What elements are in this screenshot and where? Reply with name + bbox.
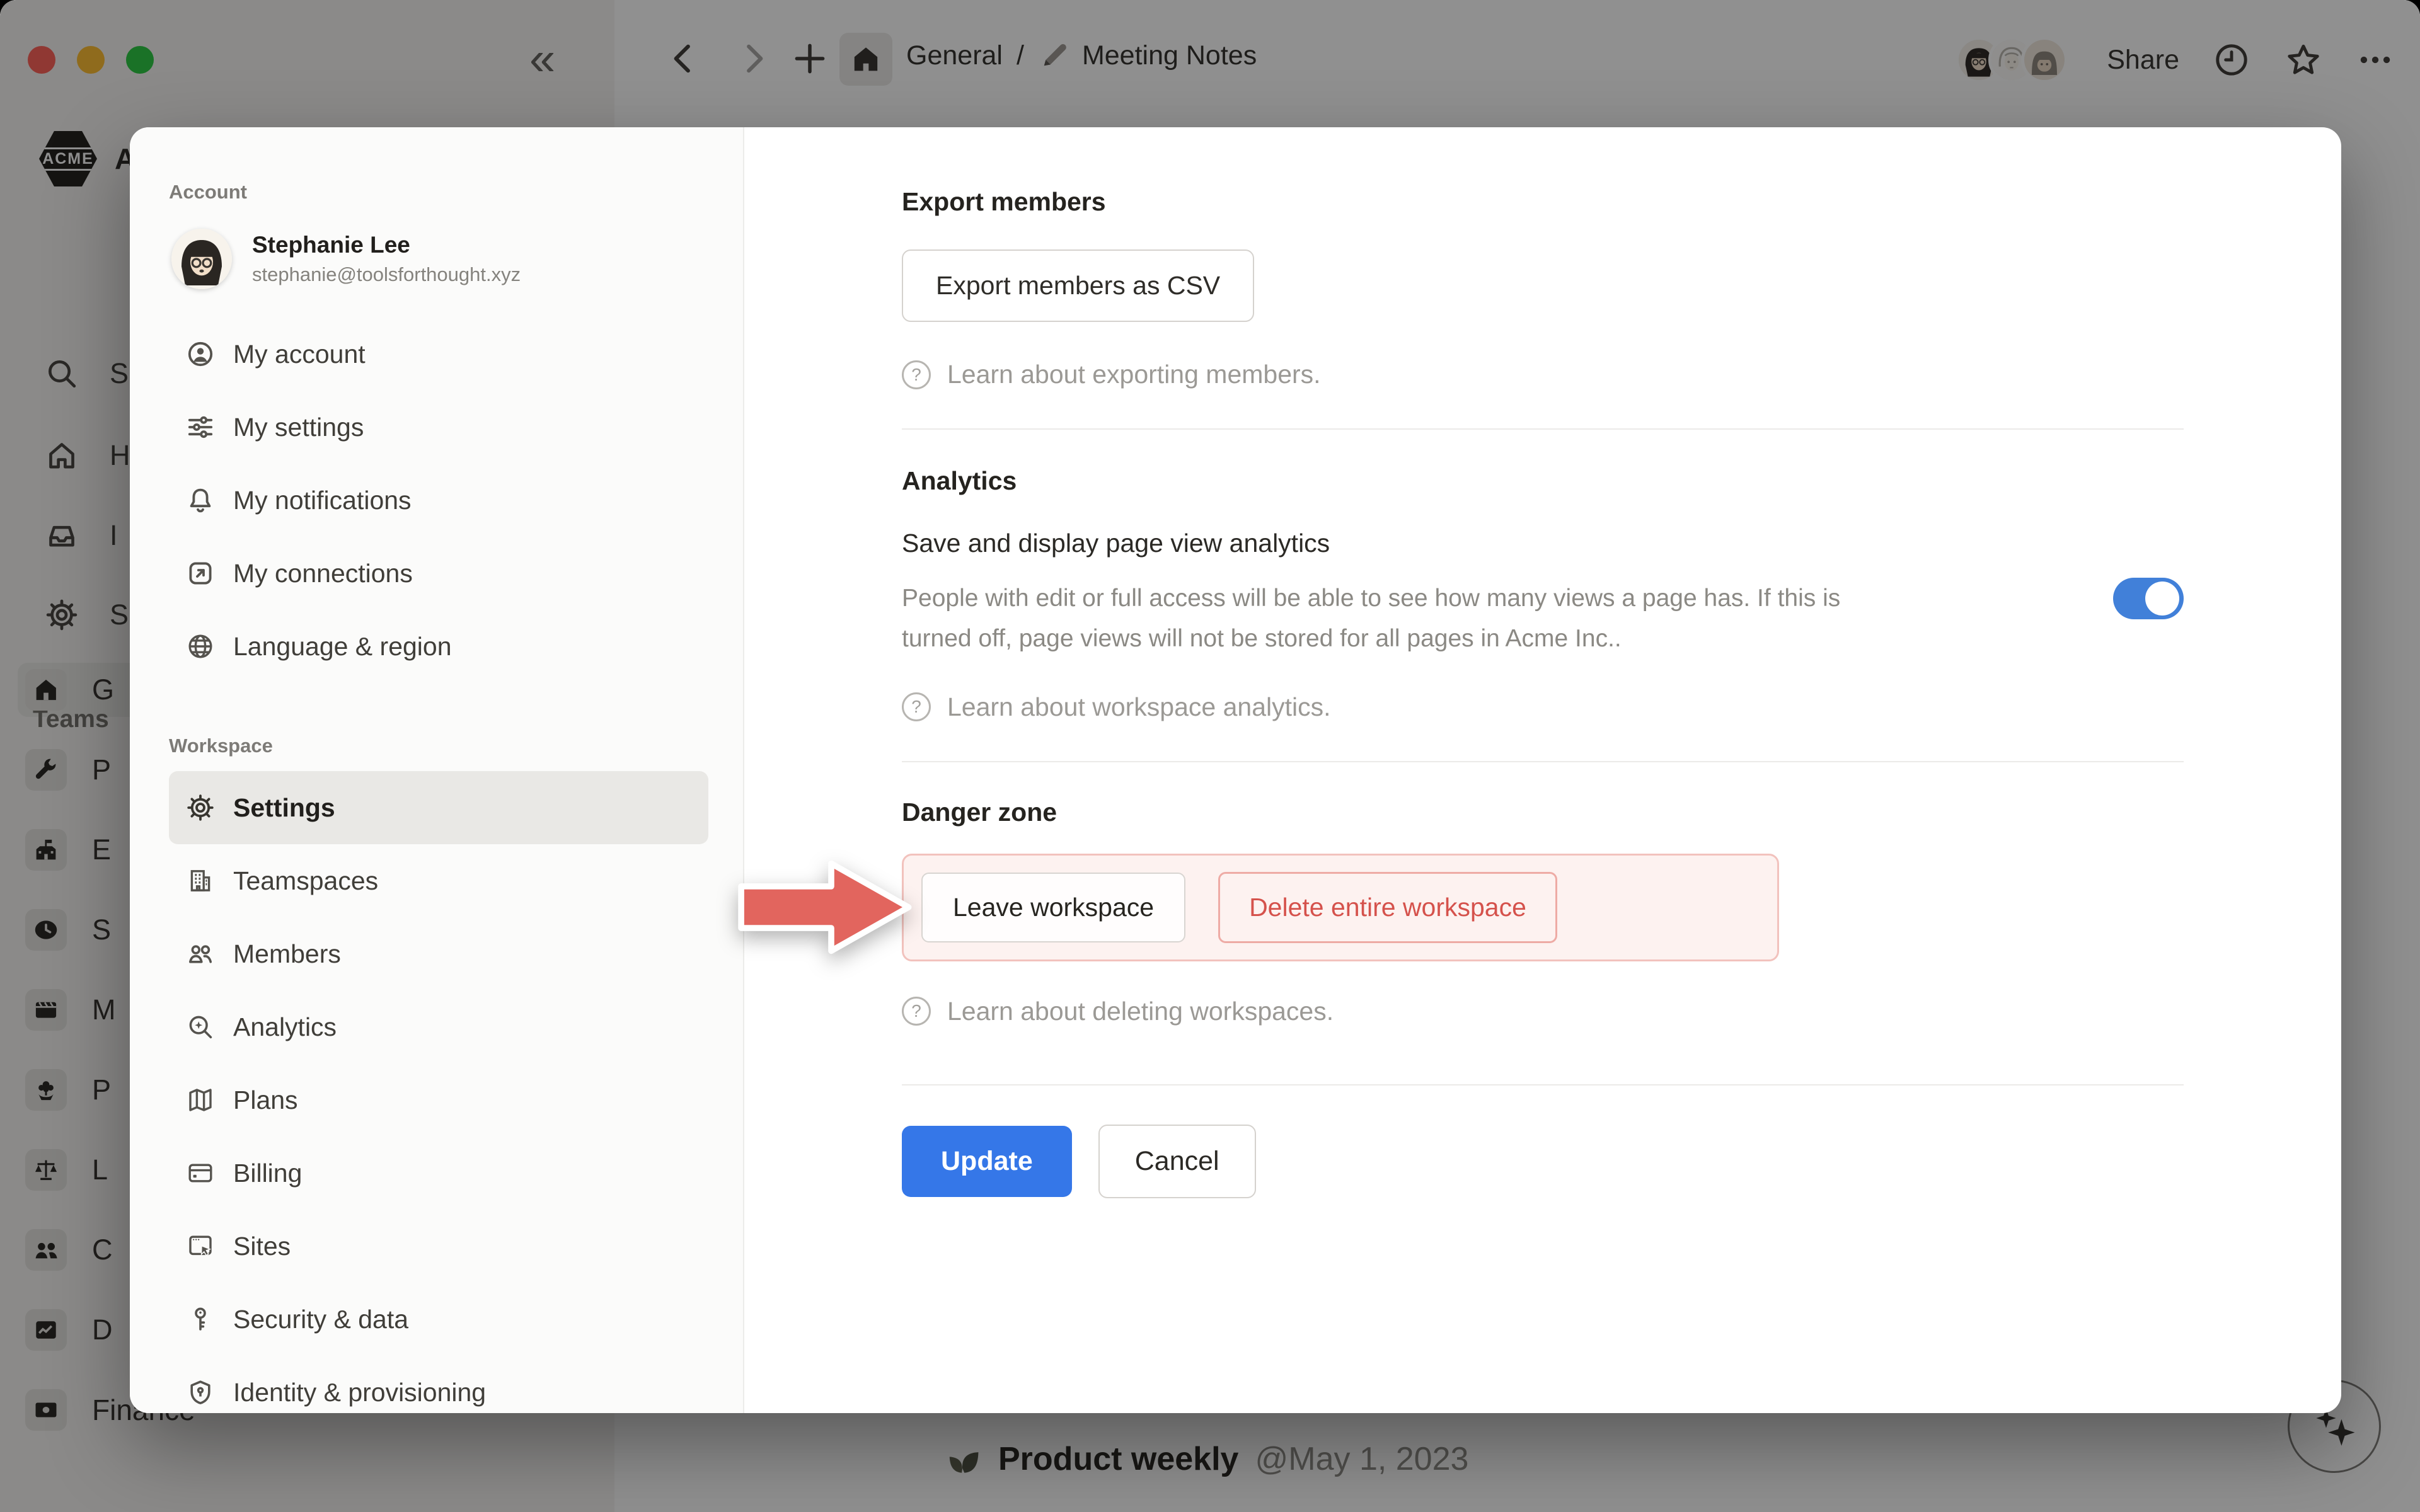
settings-modal-sidebar: Account Stephanie Lee stephanie@toolsfor…	[130, 127, 744, 1413]
magnifier-sparkle-icon	[185, 1012, 216, 1042]
delete-workspace-button[interactable]: Delete entire workspace	[1218, 872, 1557, 943]
globe-icon	[185, 631, 216, 662]
person-circle-icon	[185, 339, 216, 369]
leave-workspace-button[interactable]: Leave workspace	[921, 873, 1185, 942]
danger-help-link[interactable]: ? Learn about deleting workspaces.	[902, 997, 2184, 1026]
credit-card-icon	[185, 1158, 216, 1188]
account-user-name: Stephanie Lee	[252, 232, 521, 258]
export-members-title: Export members	[902, 187, 2184, 217]
question-circle-icon: ?	[902, 997, 931, 1026]
settings-modal: Account Stephanie Lee stephanie@toolsfor…	[130, 127, 2341, 1413]
account-user-email: stephanie@toolsforthought.xyz	[252, 263, 521, 286]
gear-icon	[185, 793, 216, 823]
menu-item-my-account[interactable]: My account	[169, 318, 708, 391]
analytics-help-link[interactable]: ? Learn about workspace analytics.	[902, 692, 2184, 722]
question-circle-icon: ?	[902, 692, 931, 721]
section-divider	[902, 428, 2184, 430]
export-members-csv-button[interactable]: Export members as CSV	[902, 249, 1254, 322]
analytics-setting-row: Save and display page view analytics Peo…	[902, 529, 2184, 660]
key-icon	[185, 1304, 216, 1334]
annotation-arrow	[736, 857, 916, 958]
menu-item-members[interactable]: Members	[169, 917, 708, 990]
map-icon	[185, 1085, 216, 1115]
menu-item-my-connections[interactable]: My connections	[169, 537, 708, 610]
menu-item-plans[interactable]: Plans	[169, 1063, 708, 1137]
sliders-icon	[185, 412, 216, 442]
update-button[interactable]: Update	[902, 1126, 1072, 1197]
menu-item-my-notifications[interactable]: My notifications	[169, 464, 708, 537]
question-circle-icon: ?	[902, 360, 931, 389]
analytics-setting-title: Save and display page view analytics	[902, 529, 1866, 558]
menu-item-billing[interactable]: Billing	[169, 1137, 708, 1210]
menu-item-my-settings[interactable]: My settings	[169, 391, 708, 464]
menu-item-security-data[interactable]: Security & data	[169, 1283, 708, 1356]
analytics-setting-description: People with edit or full access will be …	[902, 578, 1866, 660]
account-section-header: Account	[169, 181, 708, 203]
members-icon	[185, 939, 216, 969]
menu-item-teamspaces[interactable]: Teamspaces	[169, 844, 708, 917]
menu-item-analytics[interactable]: Analytics	[169, 990, 708, 1063]
shield-icon	[185, 1377, 216, 1407]
analytics-title: Analytics	[902, 466, 2184, 496]
modal-footer: Update Cancel	[902, 1125, 2184, 1198]
avatar	[171, 229, 232, 289]
export-help-link[interactable]: ? Learn about exporting members.	[902, 360, 2184, 389]
cancel-button[interactable]: Cancel	[1098, 1125, 1256, 1198]
settings-modal-content: Export members Export members as CSV ? L…	[744, 127, 2341, 1413]
account-user[interactable]: Stephanie Lee stephanie@toolsforthought.…	[171, 229, 708, 289]
danger-zone-title: Danger zone	[902, 798, 2184, 827]
toggle-knob	[2145, 581, 2179, 616]
workspace-section-header: Workspace	[169, 735, 708, 757]
app-window: « General / Meeting Notes	[0, 0, 2420, 1512]
browser-cursor-icon	[185, 1231, 216, 1261]
menu-item-language-region[interactable]: Language & region	[169, 610, 708, 683]
menu-item-sites[interactable]: Sites	[169, 1210, 708, 1283]
footer-divider	[902, 1084, 2184, 1085]
section-divider	[902, 761, 2184, 762]
arrow-up-right-square-icon	[185, 558, 216, 588]
building-icon	[185, 866, 216, 896]
analytics-toggle[interactable]	[2113, 578, 2184, 619]
menu-item-settings[interactable]: Settings	[169, 771, 708, 844]
menu-item-identity-provisioning[interactable]: Identity & provisioning	[169, 1356, 708, 1413]
bell-icon	[185, 485, 216, 515]
danger-zone-box: Leave workspace Delete entire workspace	[902, 854, 1779, 961]
